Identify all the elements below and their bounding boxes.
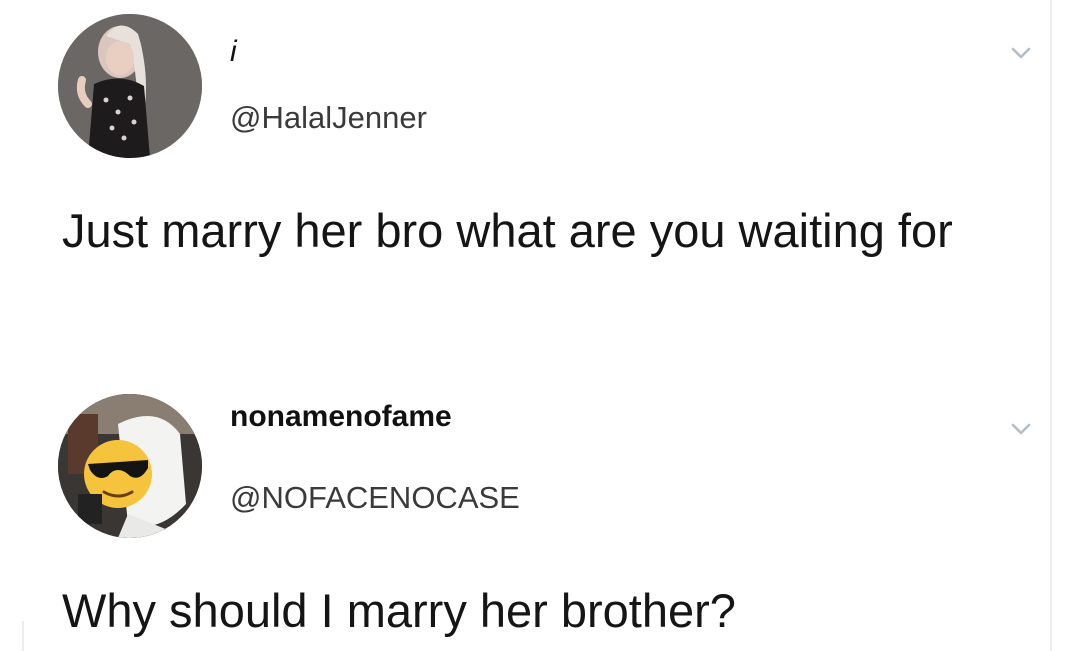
avatar-woman-photo	[58, 14, 202, 158]
tweet-text: Why should I marry her brother?	[62, 584, 736, 637]
chevron-down-icon[interactable]	[1008, 40, 1034, 66]
avatar[interactable]	[58, 394, 202, 538]
avatar-sunglasses-emoji-photo	[58, 394, 202, 538]
user-handle[interactable]: @HalalJenner	[230, 100, 427, 136]
avatar[interactable]	[58, 14, 202, 158]
chevron-down-icon[interactable]	[1008, 416, 1034, 442]
tweet-card[interactable]: i @HalalJenner Just marry her bro what a…	[0, 0, 1080, 370]
tweet-card[interactable]: nonamenofame @NOFACENOCASE Why should I …	[0, 380, 1080, 651]
display-name[interactable]: nonamenofame	[230, 400, 452, 434]
tweet-text: Just marry her bro what are you waiting …	[62, 204, 953, 257]
user-handle[interactable]: @NOFACENOCASE	[230, 480, 520, 516]
display-name[interactable]: i	[230, 35, 237, 69]
